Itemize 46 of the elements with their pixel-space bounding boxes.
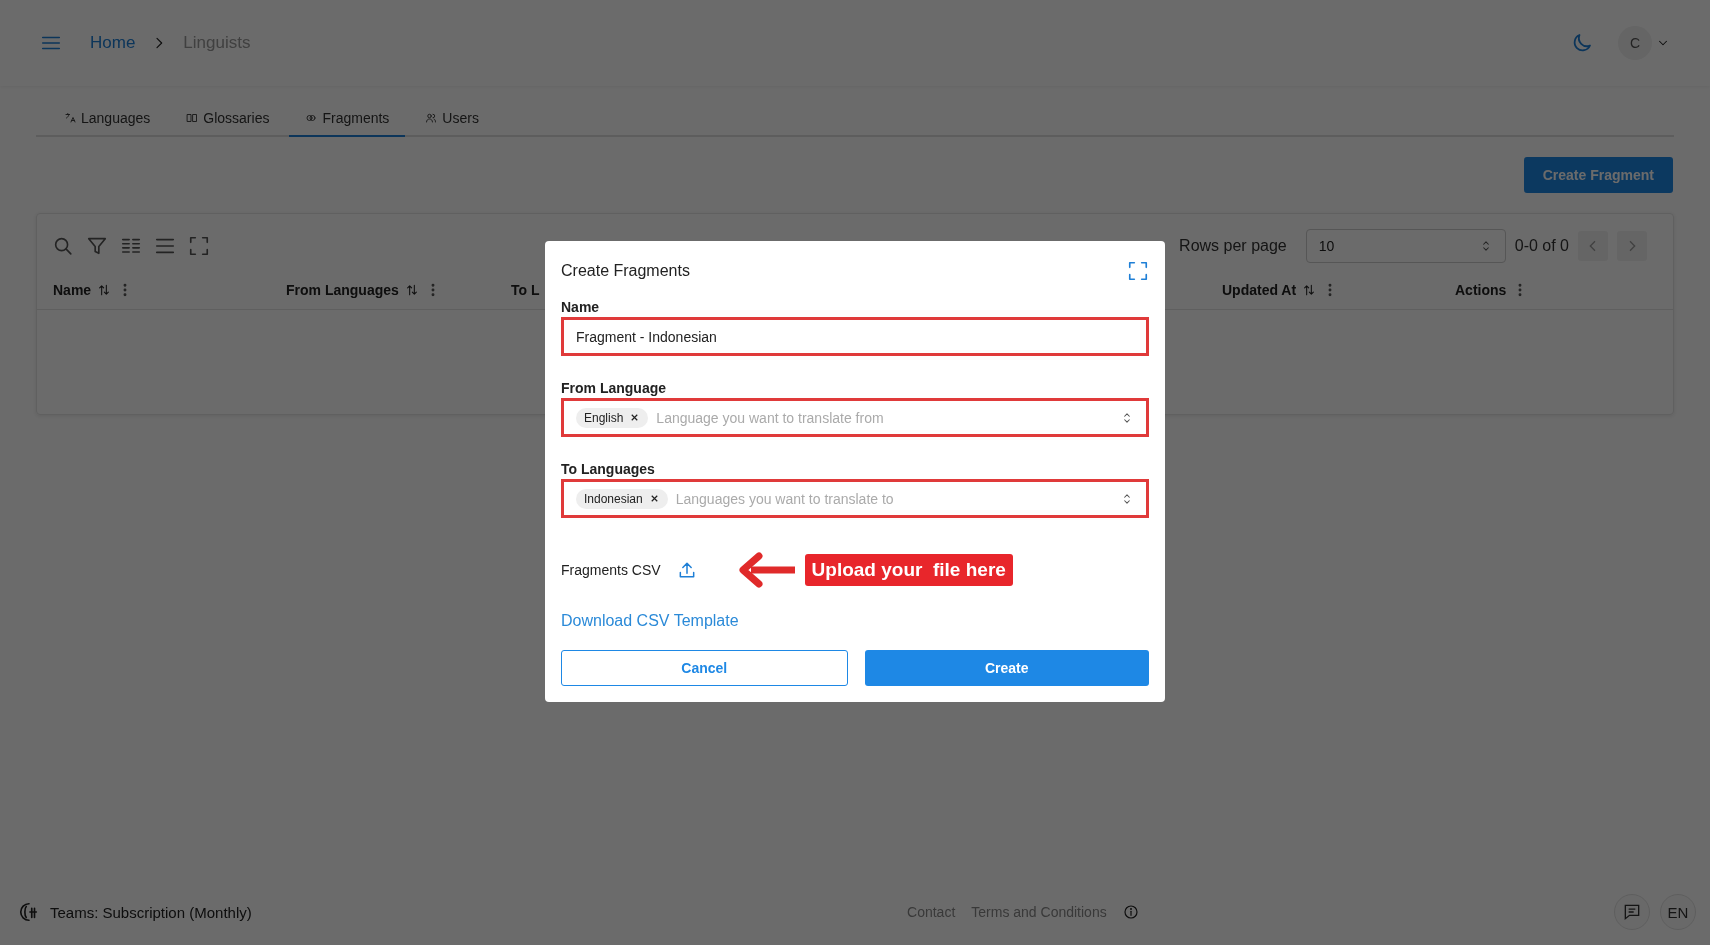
column-header[interactable]: To L	[511, 282, 540, 298]
user-avatar[interactable]: C	[1618, 26, 1652, 60]
tab[interactable]: Fragments	[289, 102, 406, 137]
sort-icon[interactable]	[404, 283, 419, 297]
language-button[interactable]: EN	[1660, 894, 1696, 930]
select-value: 10	[1318, 238, 1335, 254]
translate-icon	[64, 112, 76, 124]
chat-icon	[1622, 902, 1642, 922]
download-link[interactable]: Download CSV Template	[561, 612, 739, 630]
field-label: Name	[561, 299, 601, 315]
tab[interactable]: Languages	[48, 102, 167, 137]
create-button[interactable]: Create	[864, 650, 1149, 686]
fullscreen-icon[interactable]	[1127, 260, 1149, 282]
field-label: To Languages	[561, 461, 656, 477]
tab[interactable]: Glossaries	[170, 102, 286, 137]
column-header[interactable]: Updated At	[1222, 282, 1297, 298]
rings-icon	[305, 112, 318, 124]
users-icon	[425, 112, 438, 124]
chip[interactable]: English	[576, 407, 649, 428]
filter-icon[interactable]	[86, 235, 108, 257]
rows-per-page-select[interactable]: 10	[1305, 229, 1506, 263]
tab[interactable]: Users	[409, 102, 495, 137]
dialog-title: Create Fragments	[561, 262, 690, 280]
sort-icon[interactable]	[1302, 283, 1317, 297]
rows-per-page-label: Rows per page	[1179, 237, 1287, 255]
page-range: 0-0 of 0	[1514, 237, 1569, 255]
breadcrumb-link[interactable]: Home	[90, 33, 136, 53]
info-icon[interactable]	[1122, 904, 1139, 920]
book-icon	[186, 112, 199, 124]
chat-button[interactable]	[1614, 894, 1650, 930]
chip[interactable]: Indonesian	[576, 488, 668, 509]
subscription-plan: Teams: Subscription (Monthly)	[50, 903, 252, 921]
fullscreen-icon[interactable]	[188, 235, 210, 257]
upload-label: Fragments CSV	[561, 562, 661, 578]
sort-icon[interactable]	[97, 283, 112, 297]
column-header[interactable]: Actions	[1455, 282, 1507, 298]
column-header[interactable]: Name	[53, 282, 92, 298]
annotation-label: Upload your file here	[804, 554, 1013, 586]
input-field[interactable]: Fragment - Indonesian	[561, 317, 1149, 356]
column-header[interactable]: From Languages	[286, 282, 399, 298]
cancel-button[interactable]: Cancel	[561, 650, 848, 686]
field-label: From Language	[561, 380, 667, 396]
select-field[interactable]: English Language you want to translate from	[561, 398, 1149, 437]
create-fragment-button[interactable]: Create Fragment	[1523, 157, 1673, 193]
search-icon[interactable]	[52, 235, 74, 257]
select-field[interactable]: Indonesian Languages you want to translate to	[561, 479, 1149, 518]
